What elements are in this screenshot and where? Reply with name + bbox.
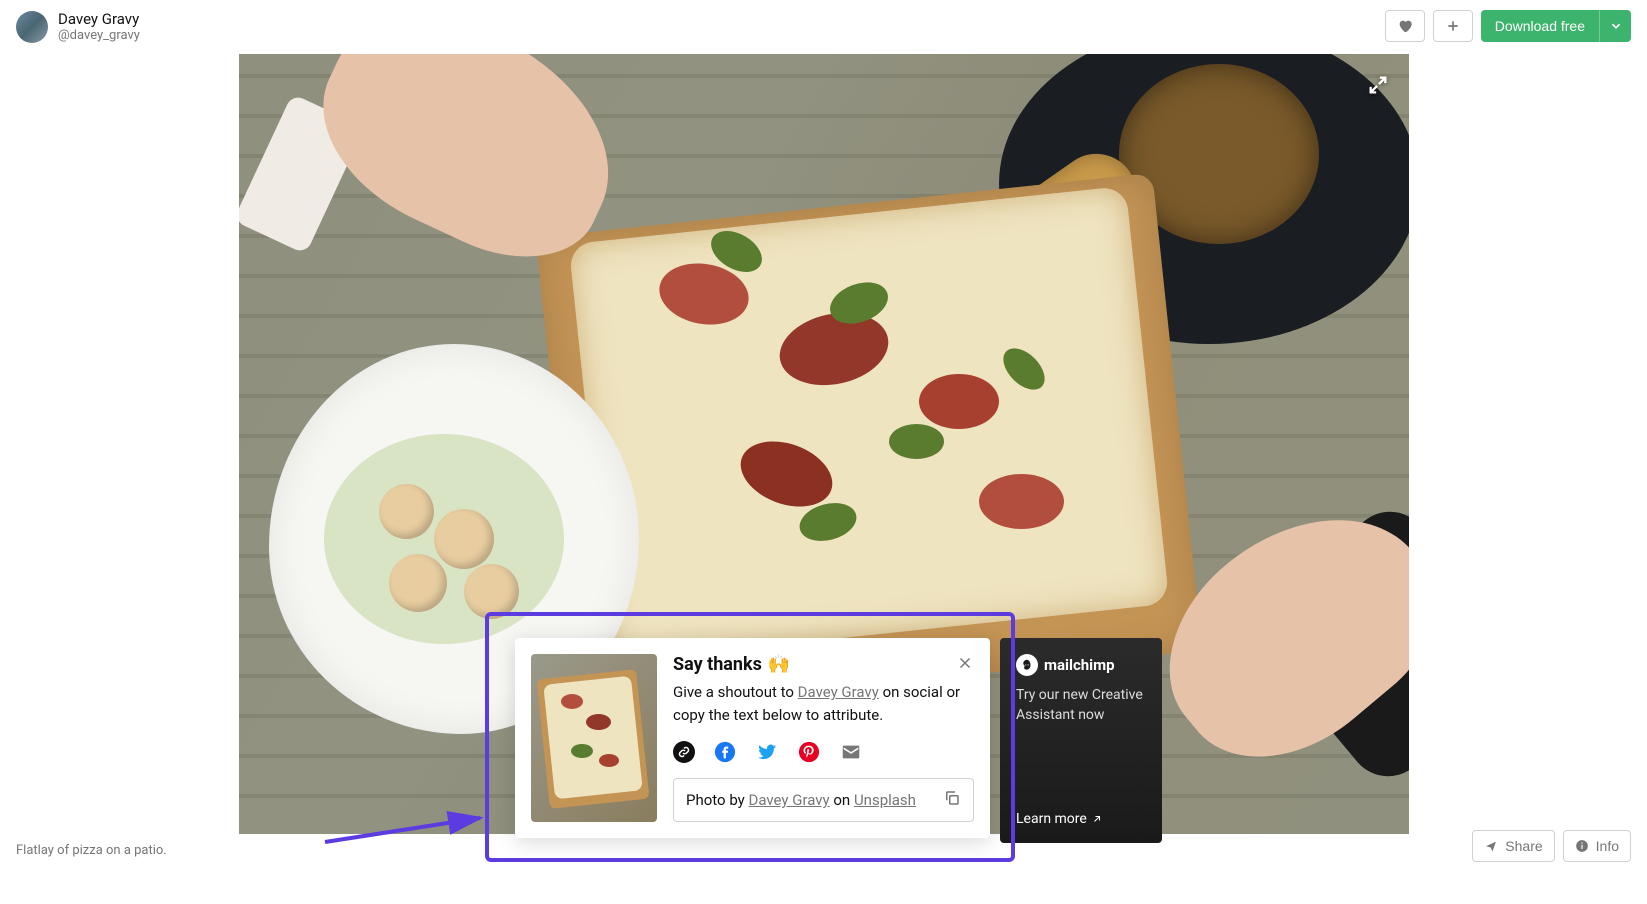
author-handle[interactable]: @davey_gravy [58, 28, 140, 44]
info-label: Info [1596, 838, 1619, 854]
download-button[interactable]: Download free [1481, 10, 1599, 42]
copy-attribution-button[interactable] [943, 789, 961, 811]
share-icons-row [673, 740, 974, 764]
close-icon [956, 654, 974, 672]
say-thanks-card: Say thanks 🙌 Give a shoutout to Davey Gr… [515, 638, 990, 838]
pinterest-share-button[interactable] [797, 740, 821, 764]
copy-icon [943, 789, 961, 807]
thanks-title: Say thanks 🙌 [673, 654, 974, 675]
share-label: Share [1505, 838, 1542, 854]
author-name[interactable]: Davey Gravy [58, 10, 140, 28]
maximize-icon [1367, 74, 1389, 96]
promo-learn-more-link[interactable]: Learn more [1016, 811, 1146, 827]
promo-brand: mailchimp [1016, 654, 1146, 676]
arrow-up-right-icon [1091, 813, 1103, 825]
info-button[interactable]: Info [1563, 830, 1631, 862]
mailchimp-icon [1016, 654, 1038, 676]
twitter-share-button[interactable] [755, 740, 779, 764]
promo-text: Try our new Creative Assistant now [1016, 686, 1146, 725]
link-icon [678, 746, 690, 758]
copy-link-button[interactable] [673, 741, 695, 763]
author-block[interactable]: Davey Gravy @davey_gravy [16, 10, 140, 44]
attrib-author-link[interactable]: Davey Gravy [748, 791, 829, 809]
pinterest-icon [798, 741, 820, 763]
bottom-actions: Share Info [1472, 830, 1631, 862]
avatar[interactable] [16, 11, 48, 43]
twitter-icon [756, 741, 778, 763]
attrib-site-link[interactable]: Unsplash [854, 791, 916, 809]
like-button[interactable] [1385, 10, 1425, 42]
info-icon [1575, 839, 1589, 853]
hands-emoji-icon: 🙌 [768, 654, 790, 675]
plus-icon [1445, 18, 1461, 34]
download-options-button[interactable] [1599, 10, 1631, 42]
facebook-share-button[interactable] [713, 740, 737, 764]
expand-button[interactable] [1367, 74, 1389, 100]
thanks-description: Give a shoutout to Davey Gravy on social… [673, 681, 974, 726]
email-share-button[interactable] [839, 740, 863, 764]
header-actions: Download free [1385, 10, 1631, 42]
thanks-thumbnail [531, 654, 657, 822]
email-icon [840, 741, 862, 763]
share-button[interactable]: Share [1472, 830, 1554, 862]
share-icon [1484, 839, 1498, 853]
add-to-collection-button[interactable] [1433, 10, 1473, 42]
facebook-icon [714, 741, 736, 763]
attribution-box: Photo by Davey Gravy on Unsplash [673, 778, 974, 822]
mailchimp-promo-card[interactable]: mailchimp Try our new Creative Assistant… [1000, 638, 1162, 843]
chevron-down-icon [1609, 19, 1623, 33]
thanks-author-link[interactable]: Davey Gravy [798, 683, 879, 701]
image-caption: Flatlay of pizza on a patio. [16, 843, 167, 858]
heart-icon [1397, 18, 1413, 34]
close-thanks-button[interactable] [952, 650, 978, 679]
